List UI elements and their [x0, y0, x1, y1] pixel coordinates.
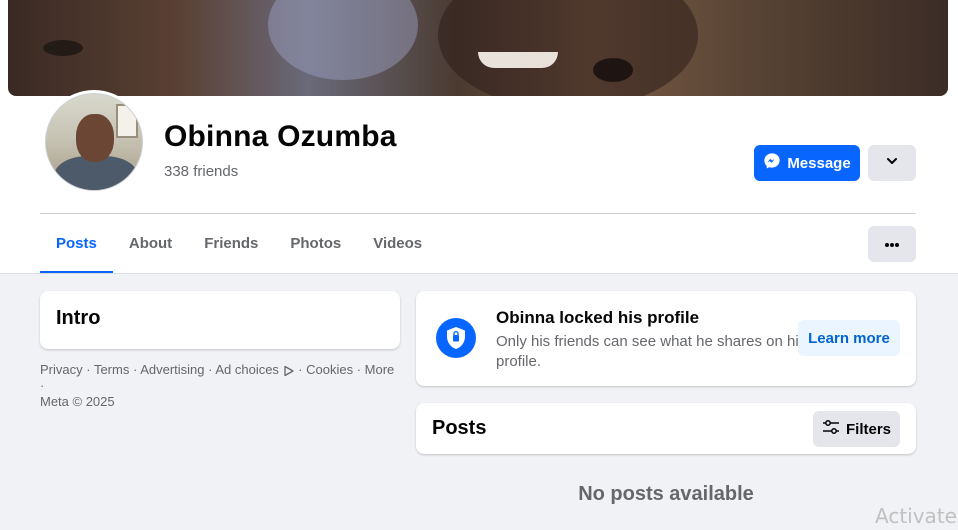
- footer-link-advertising[interactable]: Advertising: [140, 362, 204, 377]
- avatar-shape: [116, 104, 138, 138]
- more-dots-icon: [884, 235, 900, 253]
- footer-link-ad-choices[interactable]: Ad choices: [215, 362, 279, 377]
- cover-shape: [438, 0, 698, 96]
- filters-icon: [822, 419, 840, 439]
- chevron-down-icon: [885, 154, 899, 173]
- filters-label: Filters: [845, 420, 891, 438]
- activate-windows-watermark: Activate W: [875, 504, 958, 528]
- profile-dropdown-button[interactable]: [868, 145, 916, 181]
- filters-button[interactable]: Filters: [813, 411, 900, 447]
- cover-shape: [268, 0, 418, 80]
- more-options-button[interactable]: [868, 226, 916, 262]
- cover-shape: [478, 52, 558, 68]
- tab-videos[interactable]: Videos: [357, 214, 438, 274]
- message-label: Message: [787, 154, 851, 172]
- ad-choices-icon: [283, 362, 295, 377]
- cover-photo[interactable]: [8, 0, 948, 96]
- locked-profile-card: Obinna locked his profile Only his frien…: [416, 291, 916, 386]
- profile-tabs: Posts About Friends Photos Videos: [40, 214, 438, 274]
- message-button[interactable]: Message: [754, 145, 860, 181]
- footer-link-privacy[interactable]: Privacy: [40, 362, 83, 377]
- learn-more-button[interactable]: Learn more: [798, 320, 900, 356]
- locked-description: Only his friends can see what he shares …: [496, 333, 807, 370]
- header-bottom-border: [0, 273, 958, 274]
- profile-avatar[interactable]: [42, 90, 146, 194]
- avatar-image: [45, 93, 143, 191]
- site-footer: Privacy · Terms · Advertising · Ad choic…: [40, 362, 395, 409]
- shield-lock-icon: [436, 318, 476, 358]
- intro-card: Intro: [40, 291, 400, 349]
- tab-photos[interactable]: Photos: [274, 214, 357, 274]
- profile-header: Obinna Ozumba 338 friends Message Posts …: [0, 0, 958, 274]
- posts-card: Posts Filters: [416, 403, 916, 454]
- tab-about[interactable]: About: [113, 214, 188, 274]
- cover-shape: [43, 40, 83, 56]
- tab-friends[interactable]: Friends: [188, 214, 274, 274]
- footer-copyright: Meta © 2025: [40, 394, 115, 409]
- locked-title: Obinna locked his profile: [496, 308, 700, 327]
- friends-count[interactable]: 338 friends: [164, 163, 238, 180]
- posts-title: Posts: [432, 417, 487, 439]
- footer-link-cookies[interactable]: Cookies: [306, 362, 353, 377]
- tab-posts[interactable]: Posts: [40, 214, 113, 274]
- messenger-icon: [763, 152, 781, 174]
- footer-link-more[interactable]: More: [365, 362, 395, 377]
- profile-name: Obinna Ozumba: [164, 120, 397, 153]
- no-posts-message: No posts available: [578, 483, 754, 505]
- cover-shape: [593, 58, 633, 82]
- intro-title: Intro: [56, 307, 101, 329]
- footer-link-terms[interactable]: Terms: [94, 362, 129, 377]
- avatar-shape: [76, 114, 114, 162]
